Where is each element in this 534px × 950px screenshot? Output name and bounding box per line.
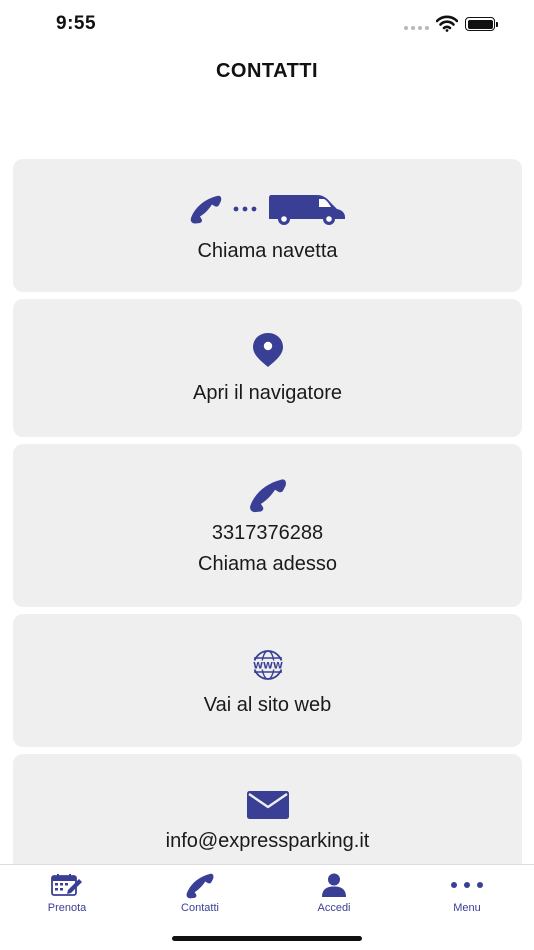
tab-prenota-label: Prenota [47,902,87,914]
website-label: Vai al sito web [203,694,332,716]
tab-contatti-label: Contatti [181,902,219,914]
phone-number: 3317376288 [211,522,324,544]
tab-accedi-label: Accedi [317,902,351,914]
home-indicator[interactable] [172,936,362,941]
tab-menu[interactable]: Menu [417,871,517,921]
calendar-edit-icon [51,874,82,896]
dots-icon [233,206,256,212]
tab-menu-label: Menu [453,902,481,914]
email-card[interactable]: info@expressparking.it [13,754,522,864]
phone-icon [190,195,221,224]
phone-icon [186,873,214,898]
phone-icon [249,479,286,513]
tab-contatti[interactable]: Contatti [150,871,250,921]
shuttle-icon-row [189,193,347,225]
svg-text:WWW: WWW [253,662,283,672]
open-navigator-label: Apri il navigatore [193,382,342,404]
user-icon [322,873,346,897]
more-dots-icon [451,882,483,888]
tab-prenota[interactable]: Prenota [17,871,117,921]
tab-accedi[interactable]: Accedi [284,871,384,921]
contacts-list[interactable]: CONTATTI Chiama navetta Apri il navigato… [0,0,534,864]
website-card[interactable]: WWW Vai al sito web [13,614,522,747]
envelope-icon [246,791,289,819]
open-navigator-card[interactable]: Apri il navigatore [13,299,522,437]
email-address: info@expressparking.it [165,830,370,852]
map-pin-icon [252,333,283,367]
page-title: CONTATTI [215,60,319,82]
call-shuttle-label: Chiama navetta [197,240,338,262]
call-now-label: Chiama adesso [198,553,337,575]
globe-www-icon: WWW [249,650,286,680]
call-shuttle-card[interactable]: Chiama navetta [13,159,522,292]
call-now-card[interactable]: 3317376288 Chiama adesso [13,444,522,607]
van-icon [268,195,345,225]
